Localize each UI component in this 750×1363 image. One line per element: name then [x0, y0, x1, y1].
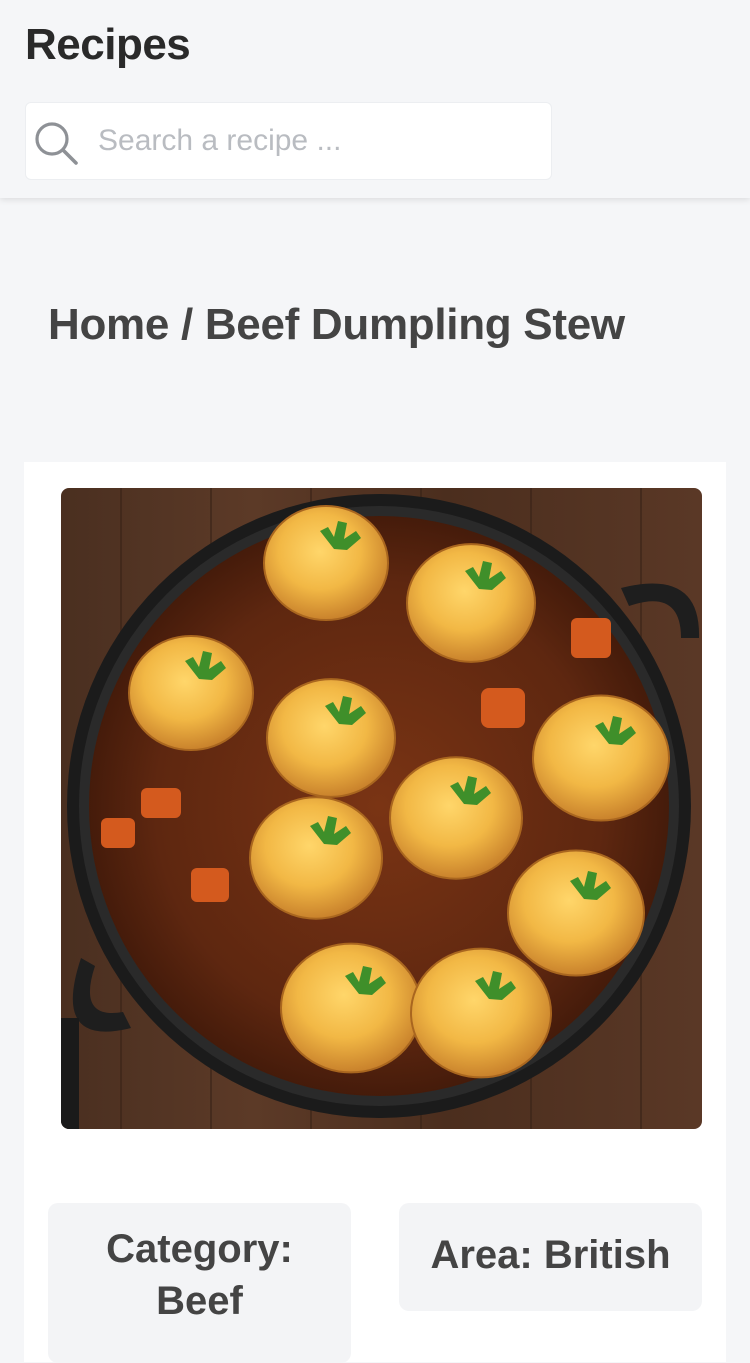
- category-value: Beef: [156, 1279, 243, 1323]
- app-title: Recipes: [25, 20, 191, 69]
- search-box[interactable]: [25, 102, 552, 180]
- recipe-image: [61, 488, 702, 1129]
- category-tag: Category: Beef: [48, 1203, 351, 1363]
- breadcrumb-home-link[interactable]: Home: [48, 300, 169, 349]
- app-header: Recipes: [0, 0, 750, 198]
- recipe-card: Category: Beef Area: British: [24, 462, 726, 1363]
- breadcrumb-separator: /: [169, 300, 205, 349]
- breadcrumb-current: Beef Dumpling Stew: [204, 300, 625, 349]
- area-tag: Area: British: [399, 1203, 702, 1311]
- category-label: Category:: [106, 1227, 293, 1271]
- breadcrumb: Home / Beef Dumpling Stew: [48, 300, 625, 350]
- area-label: Area: British: [430, 1233, 671, 1277]
- search-input[interactable]: [98, 103, 538, 179]
- search-icon: [35, 122, 78, 165]
